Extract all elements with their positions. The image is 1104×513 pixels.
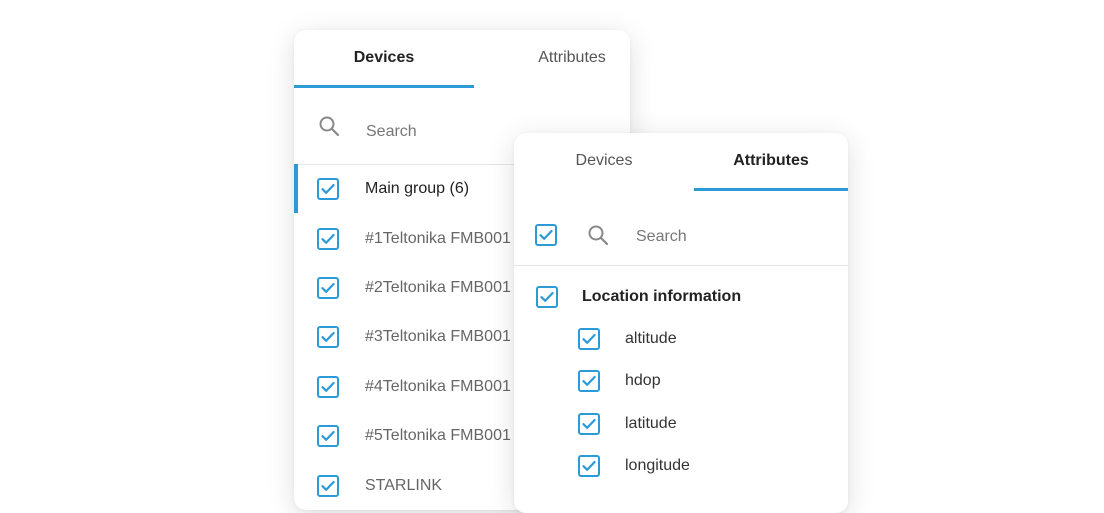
checkbox-checked-icon[interactable] [578,328,600,350]
checkbox-checked-icon[interactable] [317,376,339,398]
checkbox-checked-icon[interactable] [317,178,339,200]
tab-bar: Devices Attributes [514,133,848,191]
attribute-row[interactable]: latitude [514,403,848,445]
device-label: #4Teltonika FMB001 [365,378,511,395]
tab-devices[interactable]: Devices [294,30,474,86]
attribute-label: altitude [625,330,677,347]
checkbox-checked-icon[interactable] [317,326,339,348]
search-icon[interactable] [317,114,341,138]
checkbox-checked-icon[interactable] [317,228,339,250]
select-all-checkbox[interactable] [535,224,557,246]
tab-devices[interactable]: Devices [514,133,694,189]
device-label: #1Teltonika FMB001 [365,230,511,247]
selection-indicator [294,164,298,213]
tab-attributes[interactable]: Attributes [474,30,630,86]
device-label: #5Teltonika FMB001 [365,427,511,444]
tab-bar: Devices Attributes [294,30,630,88]
group-label: Main group (6) [365,180,470,197]
checkbox-checked-icon[interactable] [317,277,339,299]
attribute-row[interactable]: hdop [514,360,848,402]
device-label: #2Teltonika FMB001 [365,279,511,296]
attribute-label: hdop [625,372,661,389]
attribute-label: latitude [625,415,677,432]
attribute-row[interactable]: altitude [514,318,848,360]
search-input[interactable] [636,225,816,249]
checkbox-checked-icon[interactable] [317,475,339,497]
checkbox-checked-icon[interactable] [578,455,600,477]
attribute-row[interactable]: longitude [514,445,848,487]
checkbox-checked-icon[interactable] [578,413,600,435]
checkbox-checked-icon[interactable] [317,425,339,447]
attribute-group-label: Location information [582,288,742,305]
tab-attributes[interactable]: Attributes [694,133,848,189]
attributes-panel: Devices Attributes Location information … [514,133,848,513]
search-bar [514,191,848,266]
checkbox-checked-icon[interactable] [536,286,558,308]
search-icon[interactable] [586,223,610,247]
device-label: STARLINK [365,477,443,494]
attribute-group-row[interactable]: Location information [514,276,848,318]
device-label: #3Teltonika FMB001 [365,328,511,345]
attribute-label: longitude [625,457,690,474]
checkbox-checked-icon[interactable] [578,370,600,392]
